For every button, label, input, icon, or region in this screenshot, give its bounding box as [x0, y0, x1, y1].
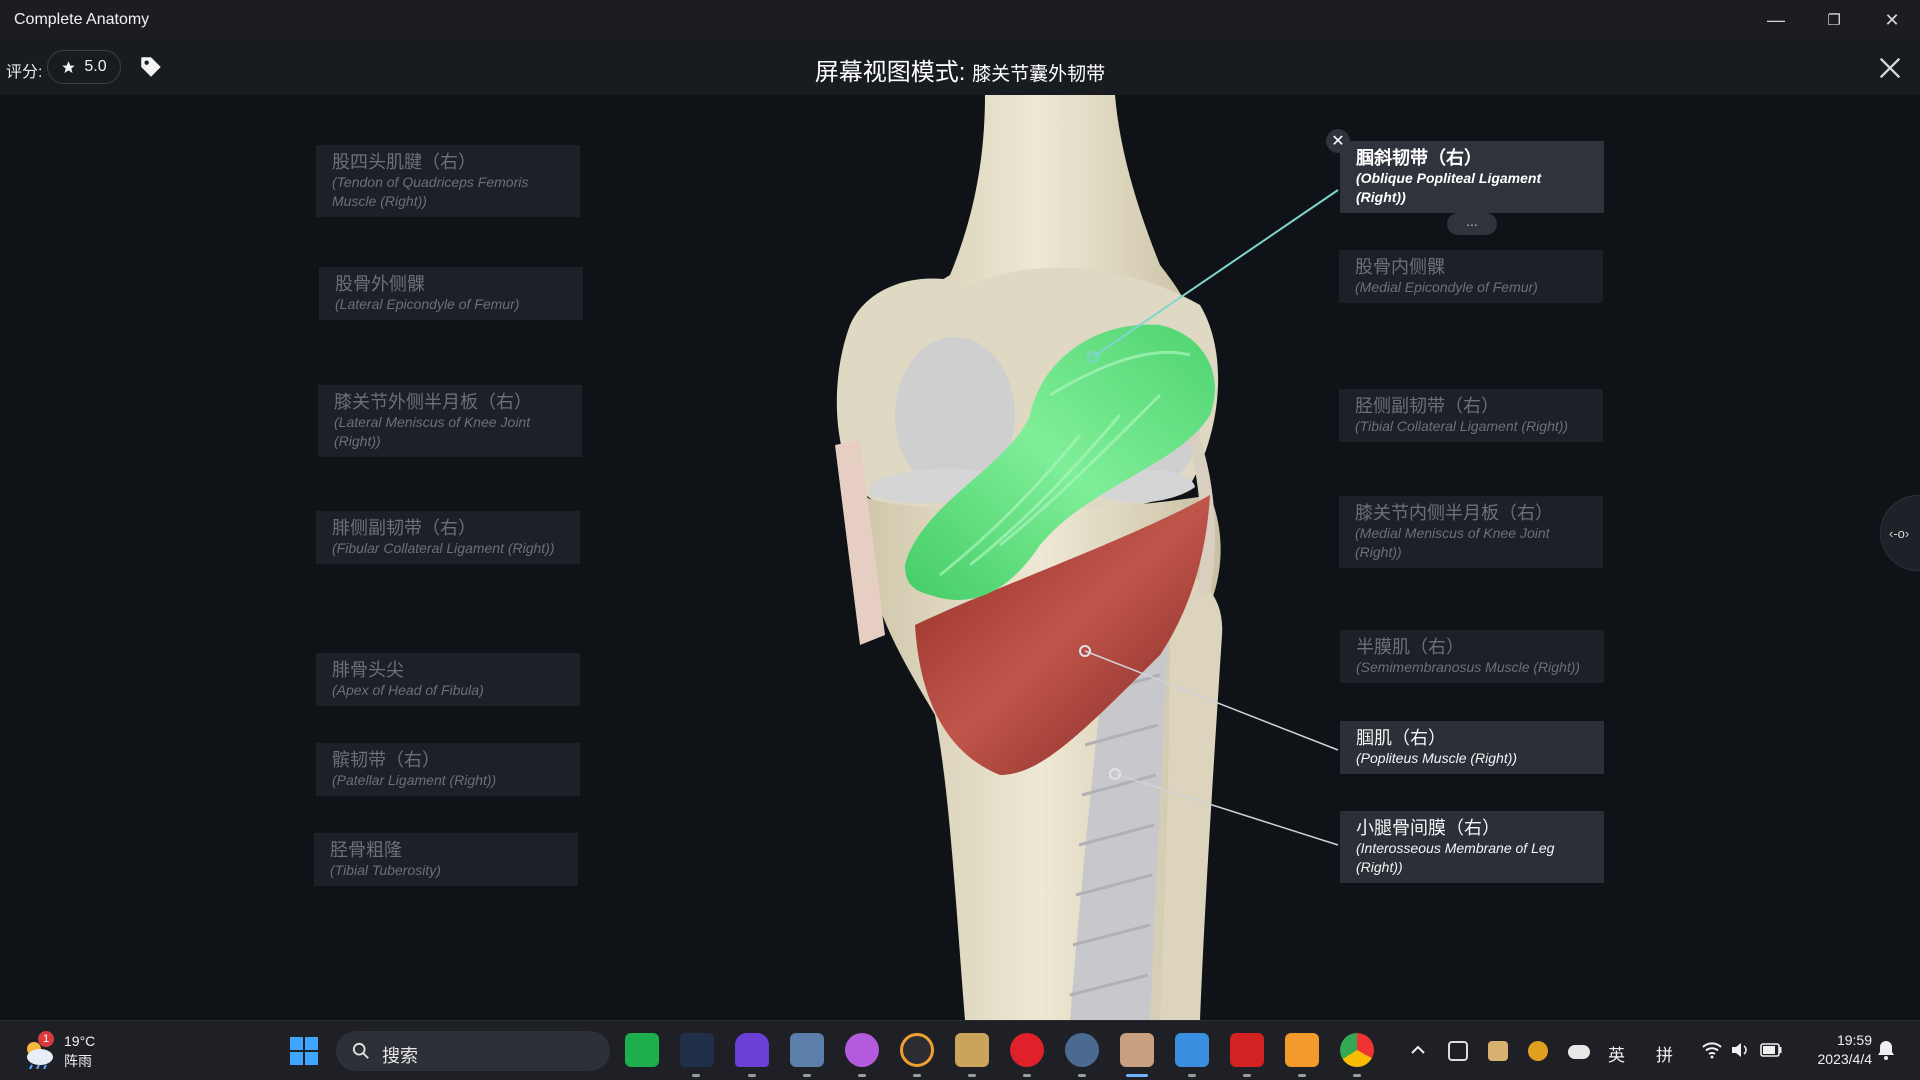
- tray-cloud-icon[interactable]: [1568, 1045, 1590, 1059]
- label-tibial-tuberosity[interactable]: 胫骨粗隆 (Tibial Tuberosity): [314, 833, 578, 886]
- app-blue-cat-icon[interactable]: [680, 1033, 714, 1067]
- view-mode-name: 膝关节囊外韧带: [972, 64, 1106, 85]
- view-mode-label: 屏幕视图模式:: [814, 59, 966, 86]
- label-lateral-epicondyle[interactable]: 股骨外侧髁 (Lateral Epicondyle of Femur): [319, 267, 583, 320]
- clock-date: 2023/4/4: [1817, 1051, 1873, 1067]
- weather-temp: 19°C: [64, 1033, 96, 1049]
- taskbar-clock[interactable]: 19:59 2023/4/4: [1800, 1031, 1873, 1069]
- app-book-icon[interactable]: [955, 1033, 989, 1067]
- app-settings-icon[interactable]: [1065, 1033, 1099, 1067]
- chevron-up-icon[interactable]: [1410, 1043, 1426, 1057]
- taskbar: 1 19°C 阵雨 搜索 英 拼 19:59 2023/4/4: [0, 1020, 1920, 1080]
- ime-mode[interactable]: 拼: [1656, 1041, 1673, 1066]
- page-title: 屏幕视图模式: 膝关节囊外韧带: [0, 52, 1920, 87]
- label-fibular-collateral-ligament[interactable]: 腓侧副韧带（右） (Fibular Collateral Ligament (R…: [316, 511, 580, 564]
- weather-badge: 1: [38, 1031, 54, 1047]
- window-title: Complete Anatomy: [14, 11, 150, 28]
- search-placeholder: 搜索: [382, 1046, 418, 1066]
- app-acrobat-icon[interactable]: [1230, 1033, 1264, 1067]
- label-oblique-popliteal-ligament[interactable]: 腘斜韧带（右） (Oblique Popliteal Ligament (Rig…: [1340, 141, 1604, 213]
- weather-widget[interactable]: 1 19°C 阵雨: [22, 1031, 112, 1071]
- app-netease-music-icon[interactable]: [1010, 1033, 1044, 1067]
- label-tibial-collateral-ligament[interactable]: 胫侧副韧带（右） (Tibial Collateral Ligament (Ri…: [1339, 389, 1603, 442]
- windows-start-icon[interactable]: [290, 1037, 318, 1065]
- anatomy-viewport[interactable]: 股四头肌腱（右） (Tendon of Quadriceps Femoris M…: [0, 95, 1920, 1020]
- label-medial-epicondyle[interactable]: 股骨内侧髁 (Medial Epicondyle of Femur): [1339, 250, 1603, 303]
- battery-icon[interactable]: [1760, 1043, 1782, 1057]
- restore-button[interactable]: ❐: [1806, 0, 1862, 40]
- ime-lang[interactable]: 英: [1608, 1041, 1625, 1066]
- label-apex-fibula[interactable]: 腓骨头尖 (Apex of Head of Fibula): [316, 653, 580, 706]
- notification-icon[interactable]: [1876, 1039, 1896, 1061]
- label-patellar-ligament[interactable]: 髌韧带（右） (Patellar Ligament (Right)): [316, 743, 580, 796]
- search-icon: [352, 1042, 369, 1059]
- clock-time: 19:59: [1836, 1032, 1872, 1048]
- volume-icon[interactable]: [1730, 1041, 1750, 1059]
- app-pink-ball-icon[interactable]: [845, 1033, 879, 1067]
- label-more-button[interactable]: ...: [1447, 213, 1497, 235]
- app-purple-gem-icon[interactable]: [735, 1033, 769, 1067]
- app-green-icon[interactable]: [625, 1033, 659, 1067]
- app-g-icon[interactable]: [900, 1033, 934, 1067]
- weather-condition: 阵雨: [64, 1053, 92, 1069]
- tray-qq-icon[interactable]: [1528, 1041, 1548, 1061]
- tray-cat-icon[interactable]: [1488, 1041, 1508, 1061]
- close-icon[interactable]: [1876, 54, 1904, 82]
- tray-app-icon[interactable]: [1448, 1041, 1468, 1061]
- label-medial-meniscus[interactable]: 膝关节内侧半月板（右） (Medial Meniscus of Knee Joi…: [1339, 496, 1603, 568]
- app-window: Complete Anatomy — ❐ ✕ 评分: 5.0 屏幕视图模式: 膝…: [0, 0, 1920, 1020]
- label-quadriceps-tendon[interactable]: 股四头肌腱（右） (Tendon of Quadriceps Femoris M…: [316, 145, 580, 217]
- label-semimembranosus[interactable]: 半膜肌（右） (Semimembranosus Muscle (Right)): [1340, 630, 1604, 683]
- app-complete-anatomy-icon[interactable]: [1120, 1033, 1154, 1067]
- label-close-button[interactable]: ✕: [1326, 129, 1350, 153]
- title-bar: Complete Anatomy — ❐ ✕: [0, 0, 1920, 40]
- taskbar-search[interactable]: 搜索: [336, 1031, 610, 1071]
- close-window-button[interactable]: ✕: [1864, 0, 1920, 40]
- app-pictures-icon[interactable]: [1175, 1033, 1209, 1067]
- app-photo-icon[interactable]: [790, 1033, 824, 1067]
- app-chrome-icon[interactable]: [1340, 1033, 1374, 1067]
- view-toolbar: 评分: 5.0 屏幕视图模式: 膝关节囊外韧带: [0, 40, 1920, 95]
- knee-model[interactable]: [0, 95, 1920, 1020]
- label-popliteus-muscle[interactable]: 腘肌（右） (Popliteus Muscle (Right)): [1340, 721, 1604, 774]
- wifi-icon[interactable]: [1702, 1041, 1722, 1059]
- minimize-button[interactable]: —: [1748, 0, 1804, 40]
- app-sketch-icon[interactable]: [1285, 1033, 1319, 1067]
- label-lateral-meniscus[interactable]: 膝关节外侧半月板（右） (Lateral Meniscus of Knee Jo…: [318, 385, 582, 457]
- label-interosseous-membrane[interactable]: 小腿骨间膜（右） (Interosseous Membrane of Leg (…: [1340, 811, 1604, 883]
